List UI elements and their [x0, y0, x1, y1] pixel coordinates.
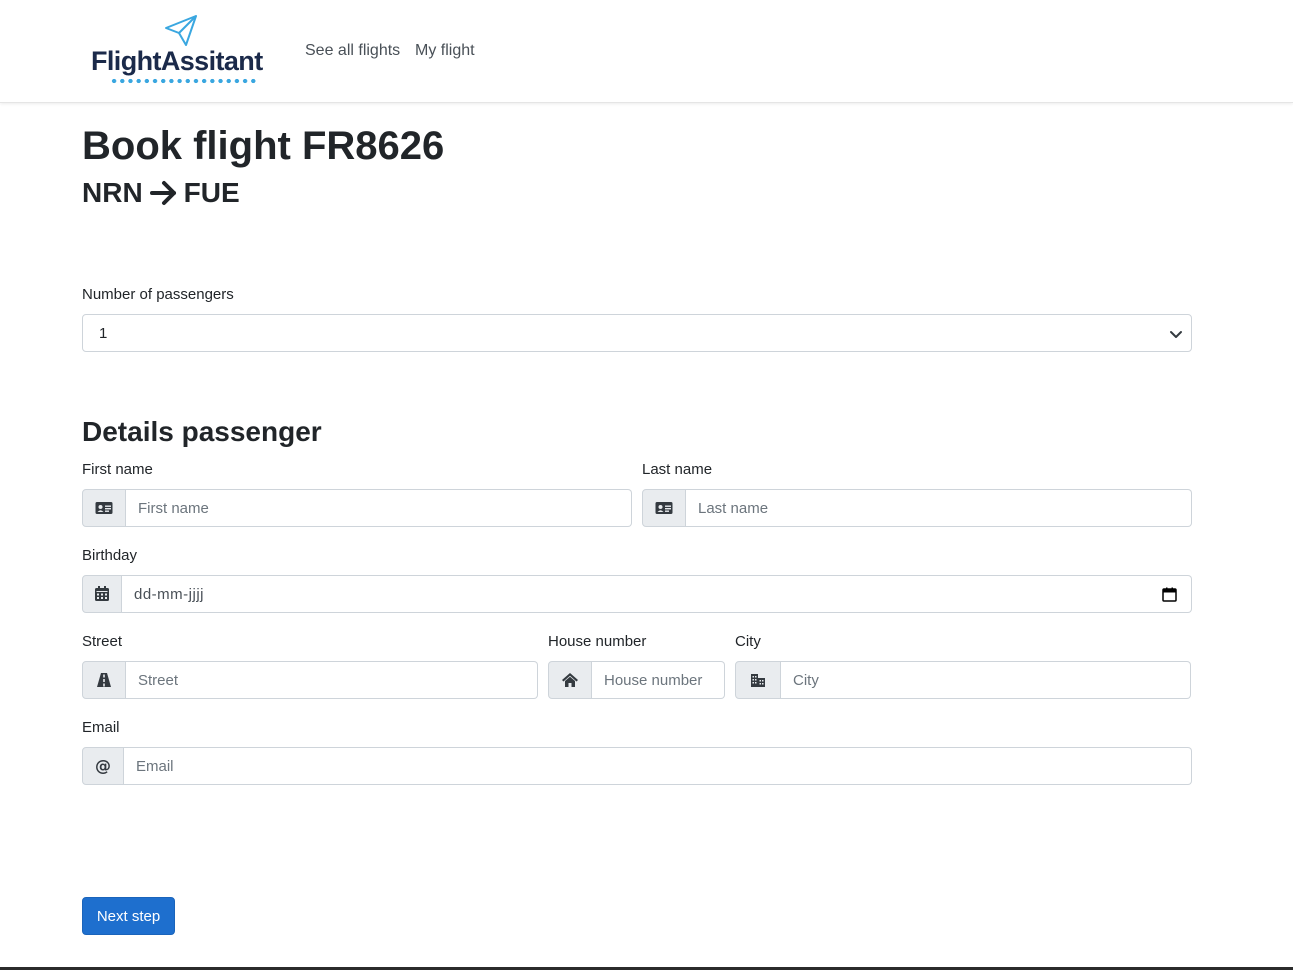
navbar: FlightAssitant See all flights My flight — [0, 0, 1293, 103]
road-icon — [97, 673, 111, 687]
email-label: Email — [82, 719, 120, 736]
first-name-addon — [82, 489, 126, 527]
passengers-select[interactable]: 1 — [82, 314, 1192, 352]
last-name-placeholder: Last name — [698, 500, 769, 517]
street-placeholder: Street — [138, 672, 179, 689]
route: NRN FUE — [82, 177, 240, 209]
street-addon — [82, 661, 126, 699]
passengers-label: Number of passengers — [82, 286, 234, 303]
brand-logo[interactable]: FlightAssitant — [88, 14, 274, 86]
first-name-group: First name — [82, 489, 632, 527]
last-name-input[interactable]: Last name — [686, 489, 1192, 527]
last-name-group: Last name — [642, 489, 1192, 527]
paper-plane-icon — [165, 15, 197, 46]
id-card-icon — [655, 502, 673, 514]
at-icon: @ — [95, 757, 111, 775]
first-name-input[interactable]: First name — [126, 489, 632, 527]
nav-my-flight[interactable]: My flight — [415, 42, 475, 60]
email-input[interactable]: Email — [124, 747, 1192, 785]
city-group: City — [735, 661, 1191, 699]
email-group: @ Email — [82, 747, 1192, 785]
house-number-label: House number — [548, 633, 647, 650]
email-placeholder: Email — [136, 758, 174, 775]
brand-dots — [110, 78, 256, 84]
first-name-placeholder: First name — [138, 500, 209, 517]
email-addon: @ — [82, 747, 124, 785]
svg-text:@: @ — [95, 757, 111, 775]
brand-name: FlightAssitant — [91, 46, 263, 76]
birthday-placeholder: dd-mm-jjjj — [134, 586, 204, 603]
birthday-label: Birthday — [82, 547, 138, 564]
city-icon — [751, 674, 765, 687]
house-number-group: House number — [548, 661, 725, 699]
arrow-right-icon — [149, 181, 176, 205]
last-name-addon — [642, 489, 686, 527]
details-title: Details passenger — [82, 416, 322, 447]
house-number-placeholder: House number — [604, 672, 703, 689]
street-label: Street — [82, 633, 123, 650]
city-label: City — [735, 633, 761, 650]
house-number-addon — [548, 661, 592, 699]
city-placeholder: City — [793, 672, 819, 689]
birthday-addon — [82, 575, 122, 613]
street-input[interactable]: Street — [126, 661, 538, 699]
city-addon — [735, 661, 781, 699]
first-name-label: First name — [82, 461, 153, 478]
street-group: Street — [82, 661, 538, 699]
page-title: Book flight FR8626 — [82, 124, 445, 168]
passengers-selected-value: 1 — [99, 325, 108, 342]
route-from: NRN — [82, 177, 143, 208]
birthday-group: dd-mm-jjjj — [82, 575, 1192, 613]
city-input[interactable]: City — [781, 661, 1191, 699]
next-step-button[interactable]: Next step — [82, 897, 175, 935]
house-number-input[interactable]: House number — [592, 661, 725, 699]
nav-see-all-flights[interactable]: See all flights — [305, 42, 400, 60]
last-name-label: Last name — [642, 461, 713, 478]
id-card-icon — [95, 502, 113, 514]
route-to: FUE — [183, 177, 240, 208]
calendar-icon — [95, 586, 109, 601]
date-picker-icon[interactable] — [1162, 587, 1177, 602]
birthday-input[interactable]: dd-mm-jjjj — [122, 575, 1192, 613]
home-icon — [562, 673, 578, 687]
chevron-down-icon — [1170, 331, 1182, 338]
